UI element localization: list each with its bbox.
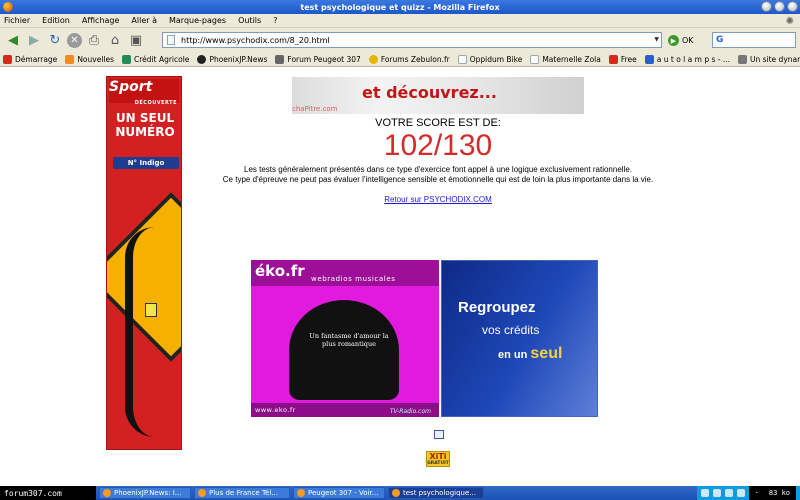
taskbar: forum307.com PhoenixJP.News: I... Plus d… (0, 486, 800, 500)
firefox-icon (297, 489, 305, 497)
url-dropdown-icon[interactable]: ▼ (654, 36, 659, 43)
banner-headline: et découvrez... (362, 83, 497, 102)
stop-button[interactable]: ✕ (67, 32, 82, 48)
banner-brand: chaPitre.com (292, 105, 338, 113)
address-bar: ▼ (162, 32, 662, 48)
ad-tagline: webradios musicales (311, 275, 396, 283)
rss-icon (65, 54, 75, 64)
firefox-icon (198, 489, 206, 497)
ad-line-2: vos crédits (482, 323, 540, 337)
maximize-icon[interactable] (774, 1, 785, 12)
score-value: 102/130 (383, 129, 493, 162)
tray-separator: · (754, 489, 759, 497)
ad-banner-top[interactable]: et découvrez... chaPitre.com (292, 77, 584, 114)
bookmark-icon (644, 54, 654, 64)
tray-icon[interactable] (712, 489, 721, 497)
ad-line-3: en un seul (498, 345, 563, 362)
system-tray: · 83 ko (696, 486, 800, 500)
bookmark-item[interactable]: Forum Peugeot 307 (275, 54, 361, 64)
home-button[interactable]: ⌂ (106, 31, 124, 49)
bookmark-item[interactable]: Oppidum Bike (457, 54, 522, 64)
result-description: Les tests généralement présentés dans ce… (222, 165, 654, 184)
start-button[interactable]: forum307.com (0, 486, 96, 500)
menu-marque-pages[interactable]: Marque-pages (169, 16, 226, 25)
bookmark-icon (122, 54, 132, 64)
search-input[interactable]: G (712, 32, 796, 48)
bookmark-icon (275, 54, 285, 64)
browser-window: test psychologique et quizz - Mozilla Fi… (0, 0, 800, 500)
minimize-icon[interactable] (761, 1, 772, 12)
print-button[interactable]: ⎙ (85, 31, 103, 49)
arrow-image (125, 227, 155, 437)
network-speed: · 83 ko (748, 486, 796, 500)
bookmark-item[interactable]: a u t o l a m p s - ... (644, 54, 730, 64)
ad-partner: TV-Radio.com (389, 408, 431, 415)
go-label: OK (682, 36, 694, 45)
taskbar-item[interactable]: Plus de France Tél... (194, 487, 290, 499)
menu-affichage[interactable]: Affichage (82, 16, 120, 25)
ad-eko-webradios[interactable]: éko.fr webradios musicales Un fantasme d… (251, 260, 439, 417)
menu-bar: Fichier Edition Affichage Aller à Marque… (0, 14, 800, 28)
bookmark-item[interactable]: PhoenixJP.News (197, 54, 267, 64)
firefox-icon (103, 489, 111, 497)
bookmark-icon (197, 54, 207, 64)
bookmarks-bar: Démarrage Nouvelles Crédit Agricole Phoe… (0, 52, 800, 67)
ad-emblem-icon (145, 303, 157, 317)
page-icon (530, 54, 540, 64)
title-bar: test psychologique et quizz - Mozilla Fi… (0, 0, 800, 14)
bookmark-item[interactable]: Démarrage (3, 54, 57, 64)
close-icon[interactable] (787, 1, 798, 12)
window-title: test psychologique et quizz - Mozilla Fi… (300, 2, 500, 12)
ad-logo: Sport DÉCOUVERTE (109, 79, 179, 106)
bookmark-icon (368, 54, 378, 64)
page-icon (167, 35, 175, 45)
ad-brand: éko.fr (255, 262, 305, 280)
taskbar-item[interactable]: Peugeot 307 - Voir... (293, 487, 385, 499)
tray-icon[interactable] (700, 489, 709, 497)
bookmark-item[interactable]: Un site dynamiqu... (738, 54, 800, 64)
bookmark-item[interactable]: Maternelle Zola (530, 54, 601, 64)
ad-line-1: Regroupez (458, 299, 536, 316)
google-icon: G (716, 35, 724, 45)
go-icon: ▶ (668, 35, 679, 46)
taskbar-item[interactable]: PhoenixJP.News: I... (99, 487, 191, 499)
bookmark-item[interactable]: Free (608, 54, 637, 64)
couple-silhouette-image (289, 300, 399, 400)
ad-caption: Un fantasme d'amour la plus romantique (309, 332, 389, 348)
menu-fichier[interactable]: Fichier (4, 16, 30, 25)
navigation-toolbar: ◀ ▶ ↻ ✕ ⎙ ⌂ ▣ ▼ ▶ OK G (0, 28, 800, 52)
url-input[interactable] (181, 35, 651, 45)
xiti-badge[interactable]: XiTi GRATUIT (426, 451, 450, 467)
bookmark-icon (3, 54, 12, 64)
menu-aller-a[interactable]: Aller à (131, 16, 157, 25)
menu-help[interactable]: ? (273, 16, 277, 25)
bookmark-manager-button[interactable]: ▣ (127, 31, 145, 49)
reload-button[interactable]: ↻ (46, 31, 64, 49)
menu-edition[interactable]: Edition (42, 16, 70, 25)
bookmark-icon (608, 54, 618, 64)
firefox-icon (392, 489, 400, 497)
menu-outils[interactable]: Outils (238, 16, 261, 25)
bookmark-icon (738, 54, 747, 64)
back-to-home-link[interactable]: Retour sur PSYCHODIX.COM (0, 195, 800, 204)
back-button[interactable]: ◀ (4, 31, 22, 49)
bookmark-item[interactable]: Nouvelles (65, 54, 114, 64)
ad-url: www.eko.fr (255, 406, 296, 414)
forward-button[interactable]: ▶ (25, 31, 43, 49)
tray-icon[interactable] (724, 489, 733, 497)
bookmark-item[interactable]: Forums Zebulon.fr (368, 54, 450, 64)
taskbar-item-active[interactable]: test psychologique... (388, 487, 484, 499)
page-icon (457, 54, 467, 64)
go-button[interactable]: ▶ OK (668, 35, 694, 46)
page-content: Sport DÉCOUVERTE UN SEUL NUMÉRO N° Indig… (0, 67, 800, 486)
score-label: VOTRE SCORE EST DE: (375, 117, 501, 129)
volume-icon[interactable] (736, 489, 745, 497)
ad-regroupez-credits[interactable]: Regroupez vos crédits en un seul (441, 260, 598, 417)
stats-icon[interactable] (434, 430, 444, 439)
firefox-icon (3, 2, 13, 12)
gear-icon[interactable]: ✺ (786, 16, 794, 27)
bookmark-item[interactable]: Crédit Agricole (122, 54, 189, 64)
